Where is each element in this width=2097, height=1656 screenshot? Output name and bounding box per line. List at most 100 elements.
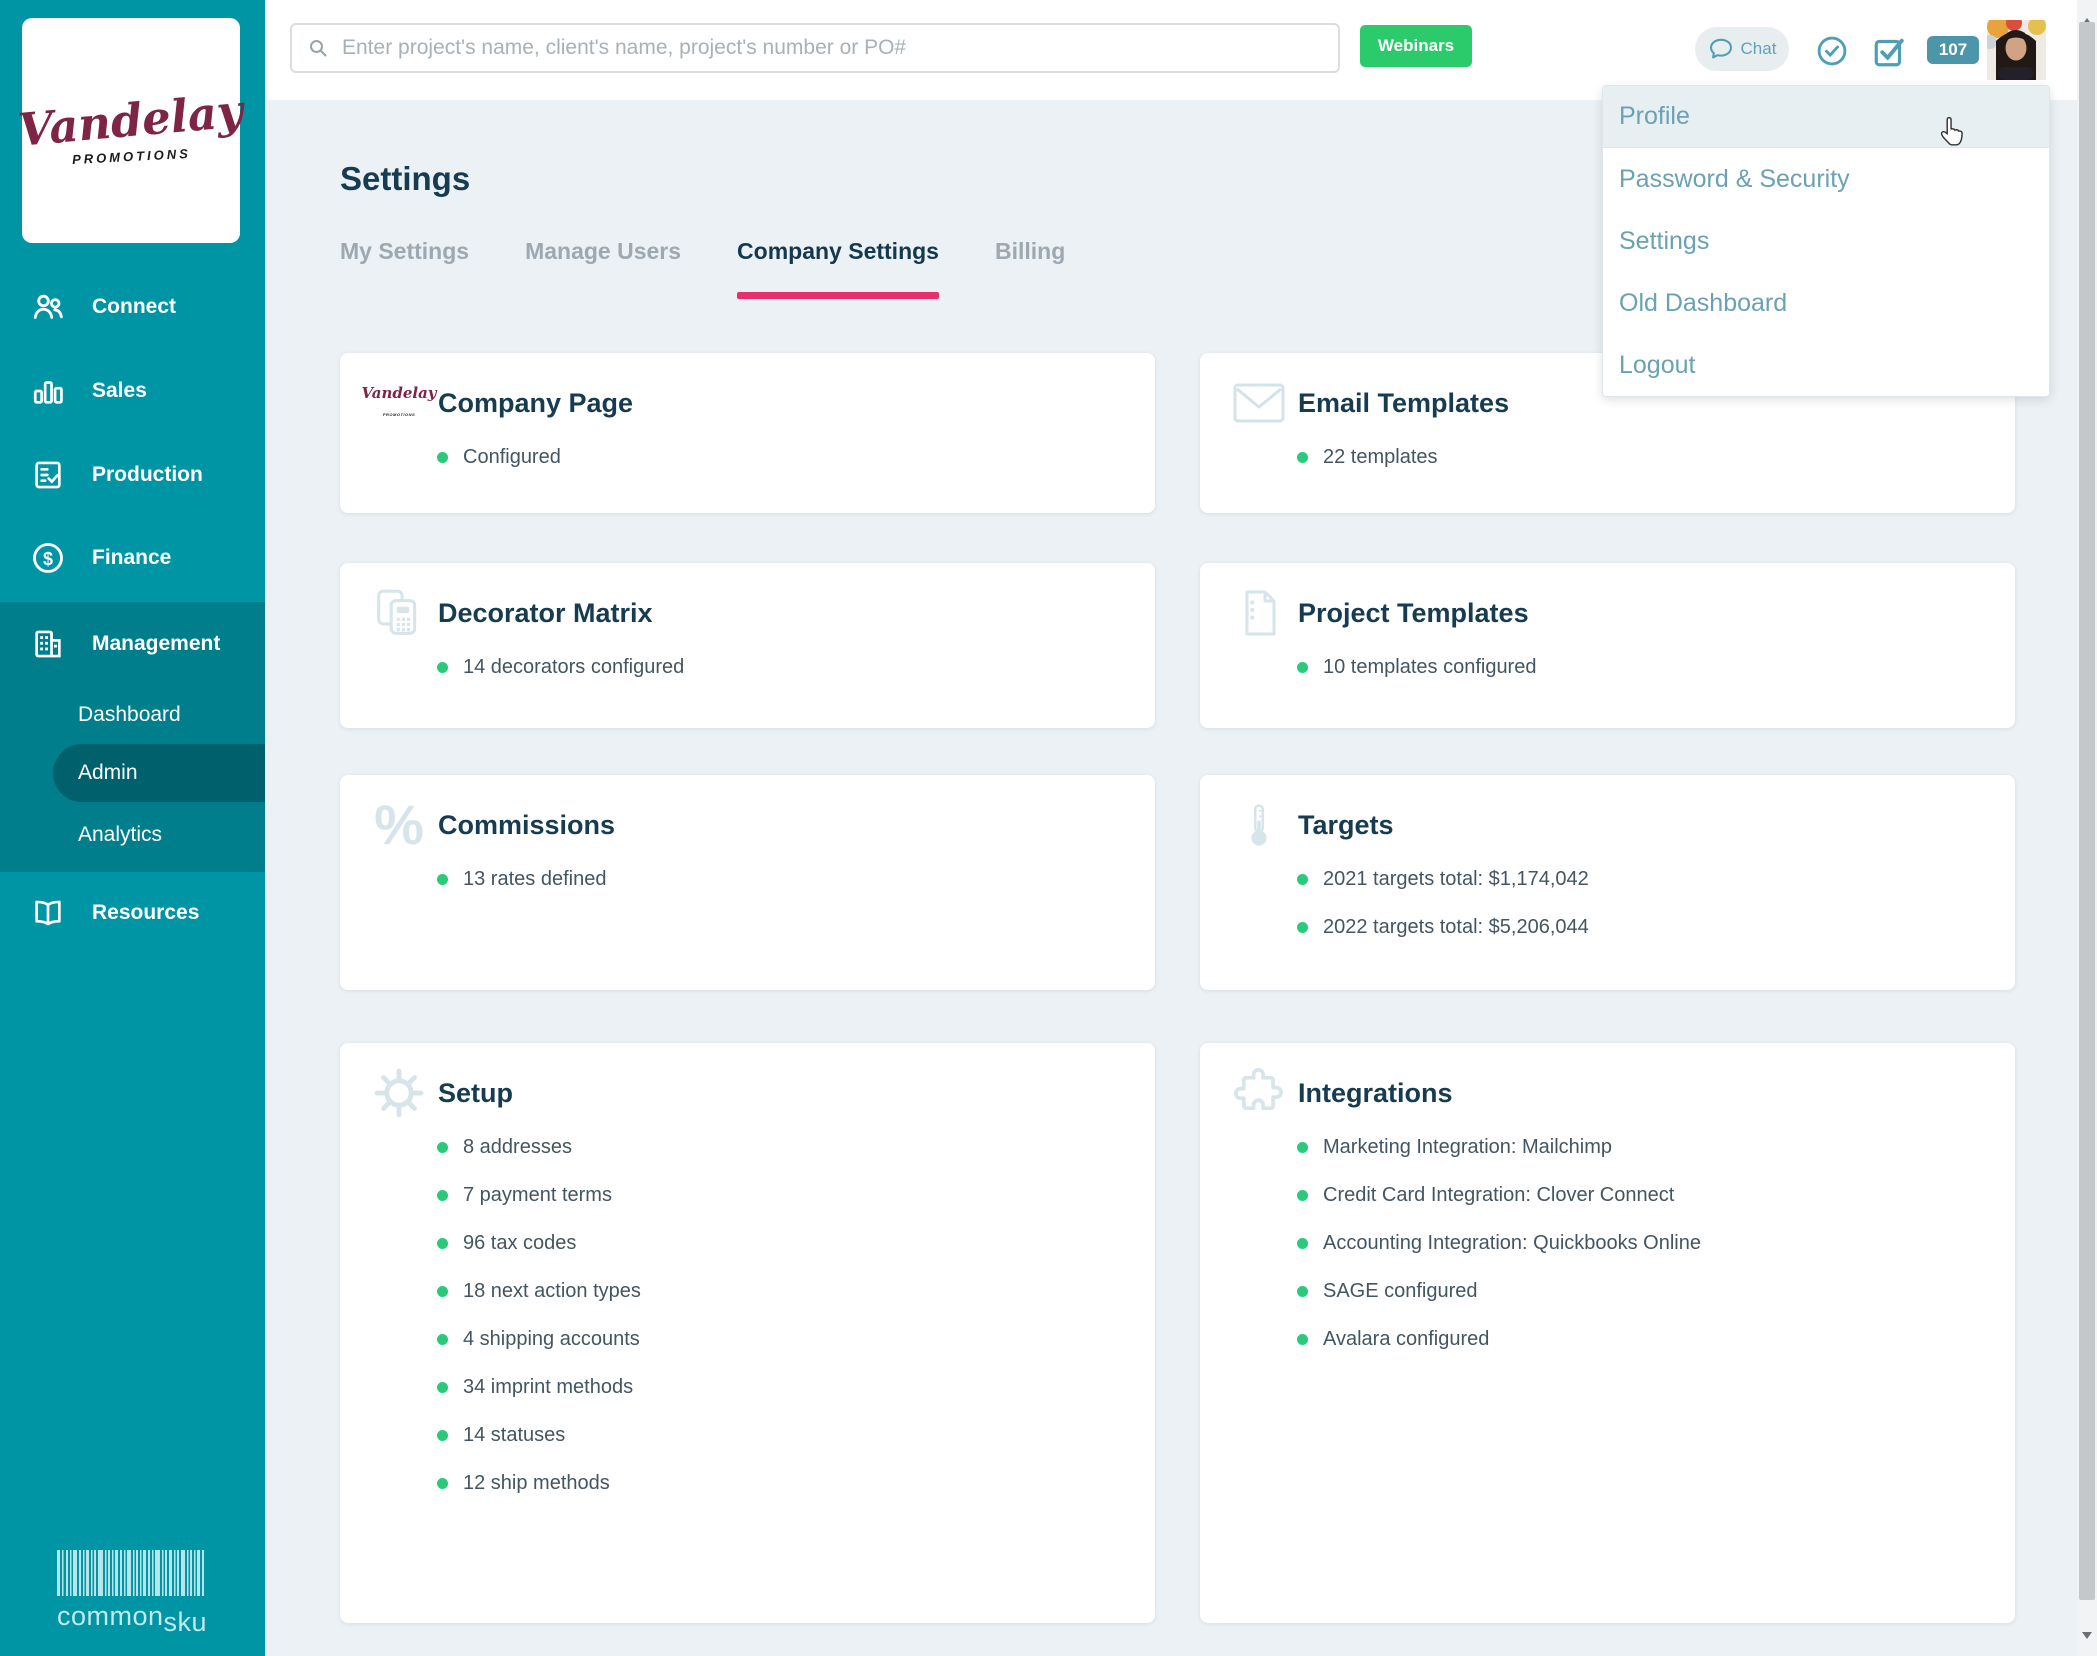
status-text: 4 shipping accounts xyxy=(463,1327,640,1350)
scroll-up-button[interactable] xyxy=(2077,0,2097,25)
card-project-templates[interactable]: Project Templates 10 templates configure… xyxy=(1200,563,2015,728)
status-text: 10 templates configured xyxy=(1323,655,1537,678)
status-item: 4 shipping accounts xyxy=(437,1315,641,1363)
sidebar-item-connect[interactable]: Connect xyxy=(0,272,265,342)
status-dot-icon xyxy=(437,1141,448,1153)
card-integrations[interactable]: Integrations Marketing Integration: Mail… xyxy=(1200,1043,2015,1623)
status-dot-icon xyxy=(437,1429,448,1441)
commonsku-logo[interactable]: commonsku xyxy=(57,1550,208,1637)
card-title: Company Page xyxy=(438,387,634,418)
chat-label: Chat xyxy=(1740,39,1777,58)
commonsku-app: { "brand": { "logo_script": "Vandelay", … xyxy=(0,0,2097,1656)
sidebar-item-dashboard[interactable]: Dashboard xyxy=(0,686,265,744)
chat-button[interactable]: Chat xyxy=(1695,27,1789,71)
scroll-down-button[interactable] xyxy=(2077,1631,2097,1656)
status-item: 2022 targets total: $5,206,044 xyxy=(1297,903,1589,951)
status-item: Configured xyxy=(437,433,561,481)
status-dot-icon xyxy=(1297,1333,1308,1345)
user-avatar[interactable] xyxy=(1983,15,2046,80)
menu-item-settings[interactable]: Settings xyxy=(1603,210,2049,272)
status-dot-icon xyxy=(1297,1285,1308,1297)
status-item: 8 addresses xyxy=(437,1123,641,1171)
sidebar-item-production[interactable]: Production xyxy=(0,440,265,510)
tasks-button[interactable] xyxy=(1870,34,1908,72)
sidebar-item-sales[interactable]: Sales xyxy=(0,356,265,426)
global-search xyxy=(290,23,1340,73)
scrollbar-thumb[interactable] xyxy=(2079,22,2095,1600)
status-text: 8 addresses xyxy=(463,1135,572,1158)
barcode-icon xyxy=(57,1550,204,1596)
connect-people-icon xyxy=(30,289,66,325)
vertical-scrollbar[interactable] xyxy=(2077,0,2097,1656)
card-targets[interactable]: Targets 2021 targets total: $1,174,042 2… xyxy=(1200,775,2015,990)
sidebar-item-label: Finance xyxy=(92,546,172,569)
sidebar-item-label: Resources xyxy=(92,901,200,924)
status-dot-icon xyxy=(1297,451,1308,463)
avatar-photo xyxy=(1983,15,2046,80)
status-item: 13 rates defined xyxy=(437,855,606,903)
status-dot-icon xyxy=(437,1381,448,1393)
status-text: 34 imprint methods xyxy=(463,1375,634,1398)
tab-billing[interactable]: Billing xyxy=(995,238,1065,299)
menu-item-old-dashboard[interactable]: Old Dashboard xyxy=(1603,272,2049,334)
sidebar-item-management[interactable]: Management xyxy=(0,624,265,664)
sidebar-item-finance[interactable]: $ Finance xyxy=(0,523,265,593)
puzzle-icon xyxy=(1228,1067,1290,1119)
user-menu-dropdown: Profile Password & Security Settings Old… xyxy=(1602,85,2050,397)
status-item: 96 tax codes xyxy=(437,1219,641,1267)
sidebar-item-analytics[interactable]: Analytics xyxy=(0,806,265,864)
status-item: 14 decorators configured xyxy=(437,643,684,691)
status-dot-icon xyxy=(1297,921,1308,933)
card-decorator-matrix[interactable]: Decorator Matrix 14 decorators configure… xyxy=(340,563,1155,728)
status-item: Marketing Integration: Mailchimp xyxy=(1297,1123,1701,1171)
card-title: Setup xyxy=(438,1077,514,1108)
clock-check-icon xyxy=(1817,36,1847,66)
sidebar-item-resources[interactable]: Resources xyxy=(0,878,265,948)
document-icon xyxy=(1228,587,1290,639)
chat-bubble-icon xyxy=(1709,38,1732,59)
status-dot-icon xyxy=(437,451,448,463)
status-text: Credit Card Integration: Clover Connect xyxy=(1323,1183,1675,1206)
sidebar-item-admin[interactable]: Admin xyxy=(53,744,265,802)
sidebar-item-label: Management xyxy=(92,632,221,655)
status-dot-icon xyxy=(1297,873,1308,885)
status-dot-icon xyxy=(1297,1237,1308,1249)
vandelay-mini-logo-icon: Vandelay PROMOTIONS xyxy=(361,384,437,417)
thermometer-icon xyxy=(1228,799,1290,851)
search-icon xyxy=(310,40,327,57)
menu-item-password-security[interactable]: Password & Security xyxy=(1603,148,2049,210)
menu-item-logout[interactable]: Logout xyxy=(1603,334,2049,396)
tab-my-settings[interactable]: My Settings xyxy=(340,238,469,299)
commonsku-wordmark: commonsku xyxy=(57,1601,208,1637)
status-item: 22 templates xyxy=(1297,433,1438,481)
webinars-button[interactable]: Webinars xyxy=(1360,25,1472,67)
status-dot-icon xyxy=(1297,1189,1308,1201)
status-dot-icon xyxy=(1297,661,1308,673)
resources-book-icon xyxy=(30,895,66,931)
status-text: SAGE configured xyxy=(1323,1279,1478,1302)
sidebar-subitem-label: Analytics xyxy=(78,823,163,846)
tab-company-settings[interactable]: Company Settings xyxy=(737,238,939,299)
card-title: Targets xyxy=(1298,809,1394,840)
sidebar-item-label: Sales xyxy=(92,379,147,402)
status-item: Accounting Integration: Quickbooks Onlin… xyxy=(1297,1219,1701,1267)
card-commissions[interactable]: % Commissions 13 rates defined xyxy=(340,775,1155,990)
search-input[interactable] xyxy=(340,35,1322,61)
tab-manage-users[interactable]: Manage Users xyxy=(525,238,681,299)
percent-icon: % xyxy=(374,793,424,856)
card-company-page[interactable]: Vandelay PROMOTIONS Company Page Configu… xyxy=(340,353,1155,513)
gear-icon xyxy=(368,1067,430,1119)
reminders-button[interactable] xyxy=(1813,33,1851,71)
production-checklist-icon xyxy=(30,457,66,493)
status-text: 96 tax codes xyxy=(463,1231,577,1254)
status-text: Marketing Integration: Mailchimp xyxy=(1323,1135,1613,1158)
company-logo[interactable]: Vandelay PROMOTIONS xyxy=(17,18,245,243)
sales-bar-chart-icon xyxy=(30,373,66,409)
menu-item-profile[interactable]: Profile xyxy=(1603,86,2049,148)
management-building-icon xyxy=(30,626,66,662)
status-text: 18 next action types xyxy=(463,1279,641,1302)
card-setup[interactable]: Setup 8 addresses 7 payment terms 96 tax… xyxy=(340,1043,1155,1623)
settings-tabs: My Settings Manage Users Company Setting… xyxy=(340,238,1065,299)
notification-badge[interactable]: 107 xyxy=(1927,36,1979,64)
status-text: 2021 targets total: $1,174,042 xyxy=(1323,867,1589,890)
